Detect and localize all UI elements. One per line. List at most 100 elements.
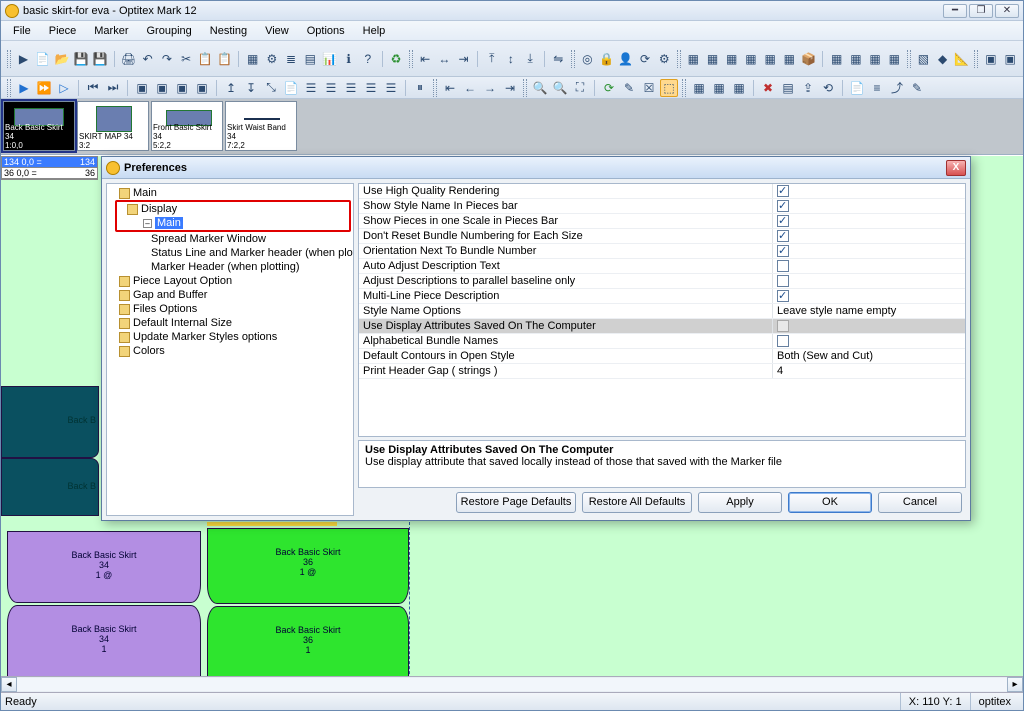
option-row[interactable]: Multi-Line Piece Description	[359, 289, 965, 304]
sheet-button[interactable]: ▤	[779, 79, 797, 97]
pause-button[interactable]: ⏸	[411, 79, 429, 97]
checkbox[interactable]	[777, 275, 789, 287]
option-row[interactable]: Use High Quality Rendering	[359, 184, 965, 199]
go-last-button[interactable]: ⇥	[501, 79, 519, 97]
option-value[interactable]	[773, 274, 965, 288]
go-prev-button[interactable]: ←	[461, 79, 479, 97]
option-row[interactable]: Adjust Descriptions to parallel baseline…	[359, 274, 965, 289]
save-button[interactable]: 💾	[73, 50, 90, 68]
menu-help[interactable]: Help	[355, 24, 394, 38]
option-value[interactable]	[773, 259, 965, 273]
option-row[interactable]: Show Pieces in one Scale in Pieces Bar	[359, 214, 965, 229]
tile-6-button[interactable]: ▦	[781, 50, 798, 68]
paste-button[interactable]: 📋	[216, 50, 233, 68]
preferences-tree[interactable]: MainDisplay–MainSpread Marker WindowStat…	[106, 183, 354, 516]
tree-node[interactable]: Piece Layout Option	[109, 274, 351, 288]
align-right-button[interactable]: ⇥	[455, 50, 472, 68]
checkbox[interactable]	[777, 290, 789, 302]
checkbox[interactable]	[777, 215, 789, 227]
align-left-button[interactable]: ⇤	[417, 50, 434, 68]
list-2-button[interactable]: ☰	[322, 79, 340, 97]
tool-x-button[interactable]: ✎	[908, 79, 926, 97]
clear-button[interactable]: ☒	[640, 79, 658, 97]
option-row[interactable]: Print Header Gap ( strings )4	[359, 364, 965, 379]
piece-green-2[interactable]: Back Basic Skirt 36 1	[207, 606, 409, 680]
tree-node[interactable]: Colors	[109, 344, 351, 358]
restore-all-button[interactable]: Restore All Defaults	[582, 492, 692, 513]
deck-card-waist[interactable]: Skirt Waist Band 347:2,2	[225, 101, 297, 151]
share-button[interactable]: ⤴	[888, 79, 906, 97]
copy-button[interactable]: 📋	[197, 50, 214, 68]
option-value[interactable]: Both (Sew and Cut)	[773, 349, 965, 363]
chart-button[interactable]: 📊	[321, 50, 338, 68]
cut-button[interactable]: ✂	[178, 50, 195, 68]
tree-node[interactable]: Files Options	[109, 302, 351, 316]
extra-1-button[interactable]: ▣	[982, 50, 999, 68]
delete-button[interactable]: ✖	[759, 79, 777, 97]
new-button[interactable]: 📄	[34, 50, 51, 68]
zoom-out-button[interactable]: 🔍	[531, 79, 549, 97]
checkbox[interactable]	[777, 245, 789, 257]
option-value[interactable]	[773, 229, 965, 243]
option-row[interactable]: Alphabetical Bundle Names	[359, 334, 965, 349]
lock-button[interactable]: 🔒	[598, 50, 615, 68]
tile-1-button[interactable]: ▦	[685, 50, 702, 68]
option-value[interactable]: 4	[773, 364, 965, 378]
tree-node[interactable]: Display	[117, 202, 349, 216]
align-center-button[interactable]: ↔	[436, 50, 453, 68]
tile-3-button[interactable]: ▦	[723, 50, 740, 68]
checkbox[interactable]	[777, 200, 789, 212]
option-row[interactable]: Default Contours in Open StyleBoth (Sew …	[359, 349, 965, 364]
checkbox[interactable]	[777, 335, 789, 347]
doc-arrow-button[interactable]: 📄	[848, 79, 866, 97]
options-grid[interactable]: Use High Quality RenderingShow Style Nam…	[358, 183, 966, 437]
option-row[interactable]: Style Name OptionsLeave style name empty	[359, 304, 965, 319]
menu-options[interactable]: Options	[299, 24, 353, 38]
open-button[interactable]: 📂	[53, 50, 70, 68]
option-row[interactable]: Orientation Next To Bundle Number	[359, 244, 965, 259]
option-row[interactable]: Show Style Name In Pieces bar	[359, 199, 965, 214]
tree-node[interactable]: –Main	[117, 216, 349, 230]
arrow-dn-button[interactable]: ↧	[242, 79, 260, 97]
option-value[interactable]	[773, 319, 965, 333]
brush-button[interactable]: ✎	[620, 79, 638, 97]
group-2-button[interactable]: ▦	[710, 79, 728, 97]
play-button[interactable]: ▶	[15, 79, 33, 97]
piece-stub-1[interactable]: Back B	[1, 386, 99, 458]
zoom-in-button[interactable]: 🔍	[551, 79, 569, 97]
deck-card-front[interactable]: Front Basic Skirt 345:2,2	[151, 101, 223, 151]
layers2-button[interactable]: ▧	[915, 50, 932, 68]
collapse-icon[interactable]: –	[143, 219, 152, 228]
menu-grouping[interactable]: Grouping	[139, 24, 200, 38]
tile-9-button[interactable]: ▦	[867, 50, 884, 68]
option-value[interactable]	[773, 244, 965, 258]
package-button[interactable]: 📦	[800, 50, 817, 68]
user-button[interactable]: 👤	[617, 50, 634, 68]
checkbox[interactable]	[777, 185, 789, 197]
apply-button[interactable]: Apply	[698, 492, 782, 513]
dialog-close-button[interactable]: X	[946, 160, 966, 176]
align-top-button[interactable]: ⤒	[483, 50, 500, 68]
option-value[interactable]	[773, 199, 965, 213]
arrow-diag-button[interactable]: ⤡	[262, 79, 280, 97]
skip-start-button[interactable]: ⏮	[84, 79, 102, 97]
tree-node[interactable]: Main	[109, 186, 351, 200]
option-value[interactable]: Leave style name empty	[773, 304, 965, 318]
cancel-button[interactable]: Cancel	[878, 492, 962, 513]
tile-8-button[interactable]: ▦	[847, 50, 864, 68]
settings2-button[interactable]: ⚙	[656, 50, 673, 68]
option-value[interactable]	[773, 289, 965, 303]
tree-node[interactable]: Gap and Buffer	[109, 288, 351, 302]
marker-3-button[interactable]: ▣	[173, 79, 191, 97]
menu-nesting[interactable]: Nesting	[202, 24, 255, 38]
group-1-button[interactable]: ▦	[690, 79, 708, 97]
tile-4-button[interactable]: ▦	[742, 50, 759, 68]
fast-forward-button[interactable]: ⏩	[35, 79, 53, 97]
go-next-button[interactable]: →	[481, 79, 499, 97]
list-5-button[interactable]: ☰	[382, 79, 400, 97]
maximize-button[interactable]: ❐	[969, 4, 993, 18]
marker-4-button[interactable]: ▣	[193, 79, 211, 97]
piece-violet-2[interactable]: Back Basic Skirt 34 1	[7, 605, 201, 677]
properties-button[interactable]: ⚙	[263, 50, 280, 68]
group-3-button[interactable]: ▦	[730, 79, 748, 97]
